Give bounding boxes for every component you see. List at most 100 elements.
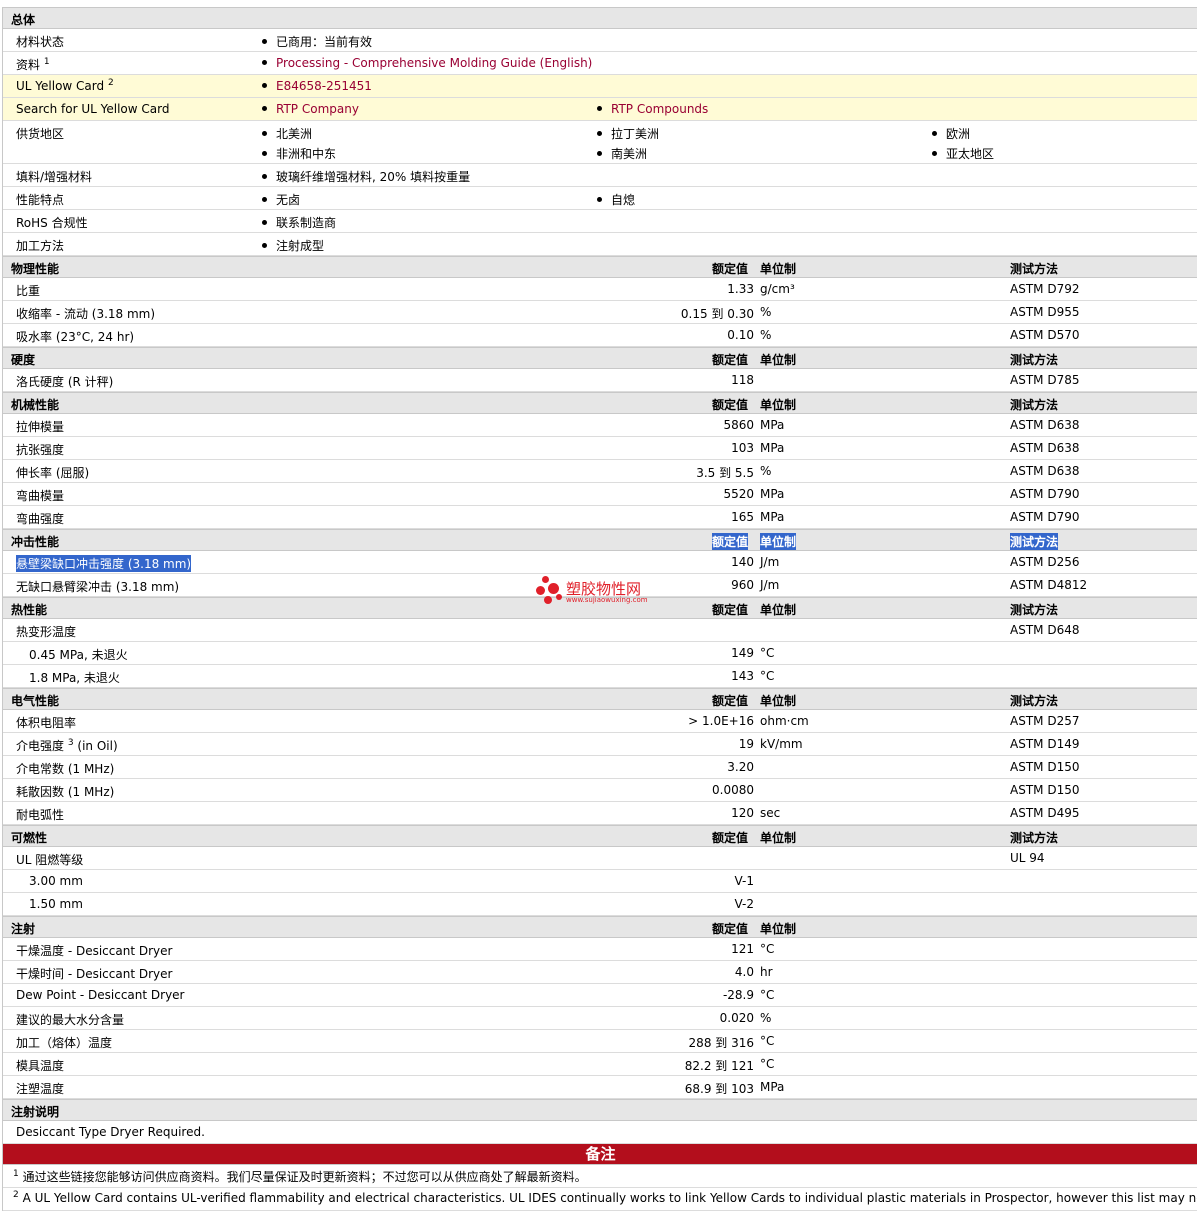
header-unit: 单位制 [760, 353, 797, 367]
property-label: 干燥温度 - Desiccant Dryer [16, 944, 173, 958]
header-unit: 单位制 [760, 398, 797, 412]
property-value: 0.10 [727, 328, 754, 342]
property-row: 弯曲模量 5520 MPa ASTM D790 [3, 483, 1197, 506]
property-row: 收缩率 - 流动 (3.18 mm) 0.15 到 0.30 % ASTM D9… [3, 301, 1197, 324]
header-test: 测试方法 [1010, 398, 1059, 412]
property-value: 19 [738, 737, 754, 751]
property-test: ASTM D4812 [1010, 578, 1088, 592]
property-row: 耐电弧性 120 sec ASTM D495 [3, 802, 1197, 825]
property-row: 耗散因数 (1 MHz) 0.0080 ASTM D150 [3, 779, 1197, 802]
property-unit: °C [760, 988, 775, 1002]
header-value: 额定值 [712, 262, 749, 276]
bullet-icon [597, 106, 602, 111]
row-label: RoHS 合规性 [16, 216, 88, 230]
property-label: 加工（熔体）温度 [16, 1036, 113, 1050]
header-test: 测试方法 [1010, 353, 1059, 367]
row-value: E84658-251451 [262, 79, 372, 93]
processing-guide-link[interactable]: Processing - Comprehensive Molding Guide… [276, 56, 592, 70]
property-label: 1.50 mm [29, 897, 83, 911]
property-test: UL 94 [1010, 851, 1045, 865]
property-row: UL 阻燃等级 UL 94 [3, 847, 1197, 870]
row-label: 加工方法 [16, 239, 65, 253]
property-row: 介电常数 (1 MHz) 3.20 ASTM D150 [3, 756, 1197, 779]
ul-card-link[interactable]: E84658-251451 [276, 79, 372, 93]
section-title: 总体 [11, 13, 36, 27]
property-value: 118 [731, 373, 754, 387]
property-row: 体积电阻率 > 1.0E+16 ohm·cm ASTM D257 [3, 710, 1197, 733]
row-value: 已商用：当前有效 [262, 33, 372, 50]
header-test: 测试方法 [1010, 262, 1059, 276]
bullet-icon [262, 39, 267, 44]
row-label: UL Yellow Card 2 [16, 78, 114, 94]
bullet-icon [262, 243, 267, 248]
property-value: 143 [731, 669, 754, 683]
bullet-icon [597, 131, 602, 136]
property-unit: °C [760, 942, 775, 956]
row-value: 自熄 [597, 191, 635, 208]
property-row: 抗张强度 103 MPa ASTM D638 [3, 437, 1197, 460]
row-filler: 填料/增强材料 玻璃纤维增强材料, 20% 填料按重量 [3, 164, 1197, 187]
header-value: 额定值 [712, 831, 749, 845]
property-test: ASTM D638 [1010, 441, 1080, 455]
property-label: 无缺口悬臂梁冲击 (3.18 mm) [16, 580, 180, 594]
row-label: 性能特点 [16, 193, 65, 207]
property-value: -28.9 [722, 988, 754, 1002]
property-test: ASTM D638 [1010, 464, 1080, 478]
section-title: 机械性能 [11, 398, 60, 412]
property-value: V-2 [734, 897, 754, 911]
property-value: 82.2 到 121 [684, 1059, 754, 1073]
property-unit: % [760, 464, 772, 478]
property-value: 0.020 [719, 1011, 754, 1025]
property-label: 介电常数 (1 MHz) [16, 762, 115, 776]
property-label: 弯曲模量 [16, 489, 65, 503]
property-label: 耐电弧性 [16, 808, 65, 822]
bullet-icon [262, 60, 267, 65]
property-value: 103 [731, 441, 754, 455]
property-unit: °C [760, 1034, 775, 1048]
property-row: 介电强度 3 (in Oil) 19 kV/mm ASTM D149 [3, 733, 1197, 756]
property-value: 0.15 到 0.30 [680, 307, 754, 321]
property-unit: J/m [760, 555, 780, 569]
region-item: 南美洲 [597, 145, 647, 162]
rtp-company-link[interactable]: RTP Company [276, 102, 359, 116]
section-title: 热性能 [11, 603, 48, 617]
property-value: 68.9 到 103 [684, 1082, 754, 1096]
rtp-compounds-link[interactable]: RTP Compounds [611, 102, 708, 116]
property-test: ASTM D792 [1010, 282, 1080, 296]
header-unit: 单位制 [760, 694, 797, 708]
property-value: 1.33 [727, 282, 754, 296]
property-row: 弯曲强度 165 MPa ASTM D790 [3, 506, 1197, 529]
header-value: 额定值 [712, 603, 749, 617]
property-row: 加工（熔体）温度 288 到 316 °C [3, 1030, 1197, 1053]
property-unit: hr [760, 965, 773, 979]
header-value: 额定值 [712, 533, 749, 550]
logo-dot-icon [548, 583, 559, 594]
property-label: Dew Point - Desiccant Dryer [16, 988, 185, 1002]
property-test: ASTM D785 [1010, 373, 1080, 387]
property-label: 悬壁梁缺口冲击强度 (3.18 mm) [16, 555, 192, 572]
section-impact-header: 冲击性能 额定值 单位制 测试方法 [3, 529, 1197, 551]
property-unit: J/m [760, 578, 780, 592]
header-unit: 单位制 [760, 603, 797, 617]
header-value: 额定值 [712, 398, 749, 412]
row-search-ul: Search for UL Yellow Card RTP Company RT… [3, 98, 1197, 121]
property-test: ASTM D150 [1010, 760, 1080, 774]
row-documents: 资料 1 Processing - Comprehensive Molding … [3, 52, 1197, 75]
header-unit: 单位制 [760, 922, 797, 936]
injection-note-text: Desiccant Type Dryer Required. [16, 1125, 205, 1139]
bullet-icon [262, 131, 267, 136]
property-unit: ohm·cm [760, 714, 809, 728]
property-label: 收缩率 - 流动 (3.18 mm) [16, 307, 156, 321]
property-value: 149 [731, 646, 754, 660]
property-label: 比重 [16, 284, 41, 298]
property-value: 960 [731, 578, 754, 592]
region-item: 非洲和中东 [262, 145, 336, 162]
property-value: 121 [731, 942, 754, 956]
property-unit: g/cm³ [760, 282, 795, 296]
bullet-icon [262, 83, 267, 88]
bullet-icon [262, 106, 267, 111]
region-item: 拉丁美洲 [597, 125, 659, 142]
row-ul-yellow-card: UL Yellow Card 2 E84658-251451 [3, 75, 1197, 98]
header-test: 测试方法 [1010, 533, 1059, 550]
property-row: 注塑温度 68.9 到 103 MPa [3, 1076, 1197, 1099]
